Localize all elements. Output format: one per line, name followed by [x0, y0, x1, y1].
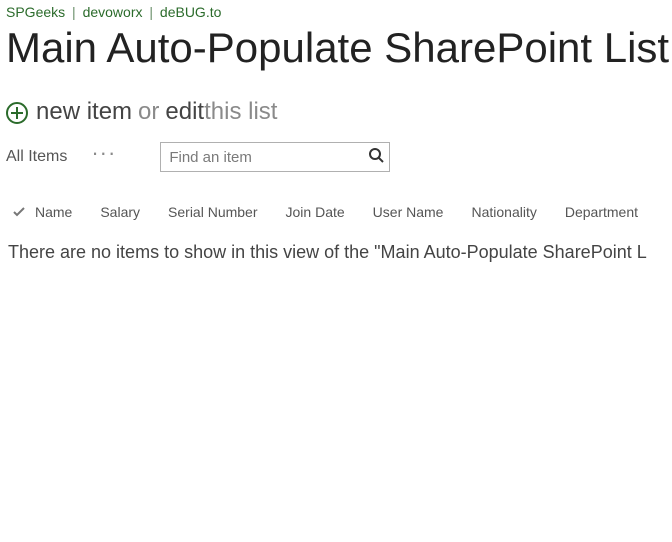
column-name[interactable]: Name	[35, 204, 72, 220]
table-header: Name Salary Serial Number Join Date User…	[0, 196, 672, 228]
breadcrumb-link-spgeeks[interactable]: SPGeeks	[6, 4, 65, 20]
select-all-check-icon[interactable]	[12, 205, 27, 219]
search-icon[interactable]	[368, 147, 384, 168]
breadcrumb-link-devoworx[interactable]: devoworx	[83, 4, 143, 20]
breadcrumb-link-debugto[interactable]: deBUG.to	[160, 4, 221, 20]
new-item-link[interactable]: new item	[36, 98, 132, 126]
column-salary[interactable]: Salary	[100, 204, 140, 220]
or-text: or	[138, 98, 159, 126]
search-box[interactable]	[160, 142, 390, 172]
column-user-name[interactable]: User Name	[373, 204, 444, 220]
ellipsis-icon[interactable]: ···	[91, 140, 116, 166]
breadcrumb-sep: |	[149, 4, 153, 20]
edit-link[interactable]: edit	[165, 98, 204, 126]
page-title: Main Auto-Populate SharePoint List	[0, 24, 672, 72]
view-all-items[interactable]: All Items	[6, 148, 67, 166]
this-list-text: this list	[204, 98, 277, 126]
column-department[interactable]: Department	[565, 204, 638, 220]
list-toolbar: All Items ···	[0, 126, 672, 172]
empty-list-message: There are no items to show in this view …	[0, 228, 672, 277]
plus-icon[interactable]	[6, 102, 28, 124]
breadcrumb-sep: |	[72, 4, 76, 20]
breadcrumb: SPGeeks | devoworx | deBUG.to	[0, 0, 672, 20]
list-actions: new item or edit this list	[0, 72, 672, 126]
search-input[interactable]	[169, 149, 368, 166]
column-join-date[interactable]: Join Date	[286, 204, 345, 220]
column-nationality[interactable]: Nationality	[471, 204, 536, 220]
column-serial-number[interactable]: Serial Number	[168, 204, 257, 220]
